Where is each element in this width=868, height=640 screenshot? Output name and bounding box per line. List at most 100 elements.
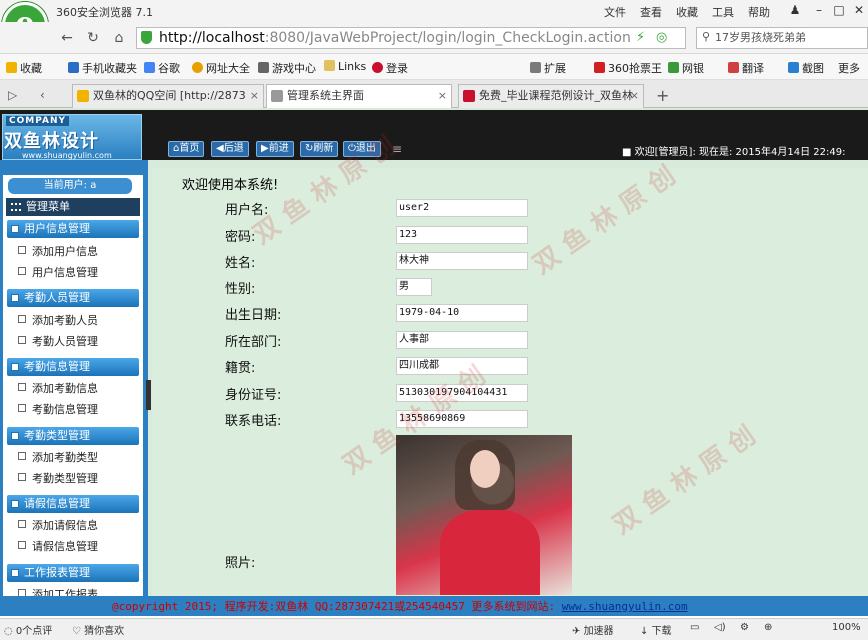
menu-group-attendee[interactable]: 考勤人员管理 (7, 289, 139, 307)
menu-item-manage-user[interactable]: 用户信息管理 (18, 264, 98, 280)
item-icon (18, 267, 26, 275)
power-icon: ⏻ (348, 143, 356, 154)
download-status[interactable]: ↓ 下载 (640, 622, 672, 637)
refresh-icon[interactable]: ↻ (84, 29, 102, 47)
search-icon[interactable]: ⚲ (702, 30, 710, 43)
tab-course-design[interactable]: 免费_毕业课程范例设计_双鱼林 × (458, 84, 644, 108)
zoom-icon[interactable]: ⊕ (764, 622, 772, 633)
menu-item-add-leave[interactable]: 添加请假信息 (18, 517, 98, 533)
menu-tools[interactable]: 工具 (712, 4, 734, 20)
group-icon (11, 569, 19, 577)
shield-icon (141, 31, 152, 44)
url-path: :8080/JavaWebProject/login/login_CheckLo… (264, 30, 631, 46)
gamepad-icon (258, 62, 269, 73)
minimize-icon[interactable]: – (808, 2, 830, 18)
photo-dress (440, 510, 540, 595)
sidebar-toggle-icon[interactable]: ▷ (8, 88, 17, 102)
menu-group-user[interactable]: 用户信息管理 (7, 220, 139, 238)
bookmark-login[interactable]: 登录 (372, 60, 408, 76)
tab-list-icon[interactable]: ‹ (40, 88, 45, 102)
close-tab-icon[interactable]: × (630, 85, 639, 107)
login-icon (372, 62, 383, 73)
label-hometown: 籍贯: (225, 361, 256, 376)
menu-favorites[interactable]: 收藏 (676, 4, 698, 20)
bookmark-game-center[interactable]: 游戏中心 (258, 60, 316, 76)
sidebar-collapse-handle[interactable] (146, 380, 151, 410)
menu-help[interactable]: 帮助 (748, 4, 770, 20)
menu-group-attendance-type[interactable]: 考勤类型管理 (7, 427, 139, 445)
value-password: 123 (396, 226, 528, 244)
menu-group-leave[interactable]: 请假信息管理 (7, 495, 139, 513)
menu-item-add-attendance[interactable]: 添加考勤信息 (18, 380, 98, 396)
speed-icon[interactable]: ⚡ (636, 30, 645, 45)
folder-icon (324, 60, 335, 71)
toolbar-extensions[interactable]: 扩展 (530, 60, 566, 76)
close-tab-icon[interactable]: × (250, 85, 259, 107)
close-icon[interactable]: ✕ (848, 2, 868, 18)
label-username: 用户名: (225, 203, 269, 218)
group-icon (11, 225, 19, 233)
shirt-icon[interactable]: ♟ (784, 2, 806, 18)
sound-icon[interactable]: ◁) (714, 622, 726, 633)
address-input[interactable]: http://localhost:8080/JavaWebProject/log… (136, 27, 686, 49)
back-icon[interactable]: ← (58, 29, 76, 47)
menu-item-add-type[interactable]: 添加考勤类型 (18, 449, 98, 465)
menu-file[interactable]: 文件 (604, 4, 626, 20)
item-icon (18, 246, 26, 254)
home-button[interactable]: ⌂首页 (168, 141, 205, 157)
search-text: 17岁男孩烧死弟弟 (715, 31, 806, 44)
settings-icon[interactable]: ⚙ (740, 622, 749, 633)
bookmark-links[interactable]: Links (324, 60, 366, 73)
menu-group-attendance[interactable]: 考勤信息管理 (7, 358, 139, 376)
footer-site-link[interactable]: www.shuangyulin.com (562, 600, 688, 613)
menu-view[interactable]: 查看 (640, 4, 662, 20)
value-phone: 13558690869 (396, 410, 528, 428)
forward-button[interactable]: ▶前进 (256, 141, 294, 157)
toolbar-ticket[interactable]: 360抢票王 (594, 60, 662, 76)
value-gender: 男 (396, 278, 432, 296)
toolbar-bank[interactable]: 网银 (668, 60, 704, 76)
maximize-icon[interactable]: □ (828, 2, 850, 18)
toolbar-translate[interactable]: 翻译 (728, 60, 764, 76)
heart-icon: ♡ (72, 626, 85, 637)
bank-icon (668, 62, 679, 73)
bookmark-favorites[interactable]: 收藏 (6, 60, 42, 76)
logout-button[interactable]: ⏻退出 (343, 141, 381, 157)
guess-you-like[interactable]: ♡ 猜你喜欢 (72, 622, 124, 637)
new-tab-icon[interactable]: + (656, 86, 669, 105)
welcome-bar: ■ 欢迎[管理员]: 现在是: 2015年4月14日 22:49: (622, 147, 846, 158)
reader-icon[interactable]: ◎ (656, 30, 667, 45)
item-icon (18, 520, 26, 528)
site-icon (463, 90, 475, 102)
tab-qq-space[interactable]: 双鱼林的QQ空间 [http://2873 × (72, 84, 264, 108)
bookmark-site-directory[interactable]: 网址大全 (192, 60, 250, 76)
menu-item-add-attendee[interactable]: 添加考勤人员 (18, 312, 98, 328)
bookmark-google[interactable]: 谷歌 (144, 60, 180, 76)
bookmark-mobile[interactable]: 手机收藏夹 (68, 60, 137, 76)
menu-item-manage-attendance[interactable]: 考勤信息管理 (18, 401, 98, 417)
menu-item-add-report[interactable]: 添加工作报表 (18, 586, 98, 596)
label-gender: 性别: (225, 282, 256, 297)
zoom-level[interactable]: 100% (832, 622, 861, 633)
home-icon[interactable]: ⌂ (110, 29, 128, 47)
footer-copyright: @copyright 2015; 程序开发:双鱼林 QQ:287307421或2… (112, 600, 688, 613)
search-input[interactable]: 17岁男孩烧死弟弟 (696, 27, 868, 49)
close-tab-icon[interactable]: × (438, 85, 447, 107)
screen-icon[interactable]: ▭ (690, 622, 699, 633)
menu-item-manage-leave[interactable]: 请假信息管理 (18, 538, 98, 554)
scissors-icon (788, 62, 799, 73)
menu-title: 管理菜单 (6, 198, 140, 216)
toolbar-more[interactable]: 更多 (838, 60, 860, 76)
toolbar-screenshot[interactable]: 截图 (788, 60, 824, 76)
menu-item-manage-type[interactable]: 考勤类型管理 (18, 470, 98, 486)
menu-item-manage-attendee[interactable]: 考勤人员管理 (18, 333, 98, 349)
tab-main-interface[interactable]: 管理系统主界面 × (266, 84, 452, 109)
refresh-button[interactable]: ↻刷新 (300, 141, 339, 157)
menu-group-report[interactable]: 工作报表管理 (7, 564, 139, 582)
menu-item-add-user[interactable]: 添加用户信息 (18, 243, 98, 259)
accelerator-status[interactable]: ✈ 加速器 (572, 622, 614, 637)
value-username: user2 (396, 199, 528, 217)
back-button[interactable]: ◀后退 (211, 141, 249, 157)
arrow-left-icon: ◀ (216, 143, 224, 154)
comments-status[interactable]: ◌ 0个点评 (4, 622, 52, 637)
